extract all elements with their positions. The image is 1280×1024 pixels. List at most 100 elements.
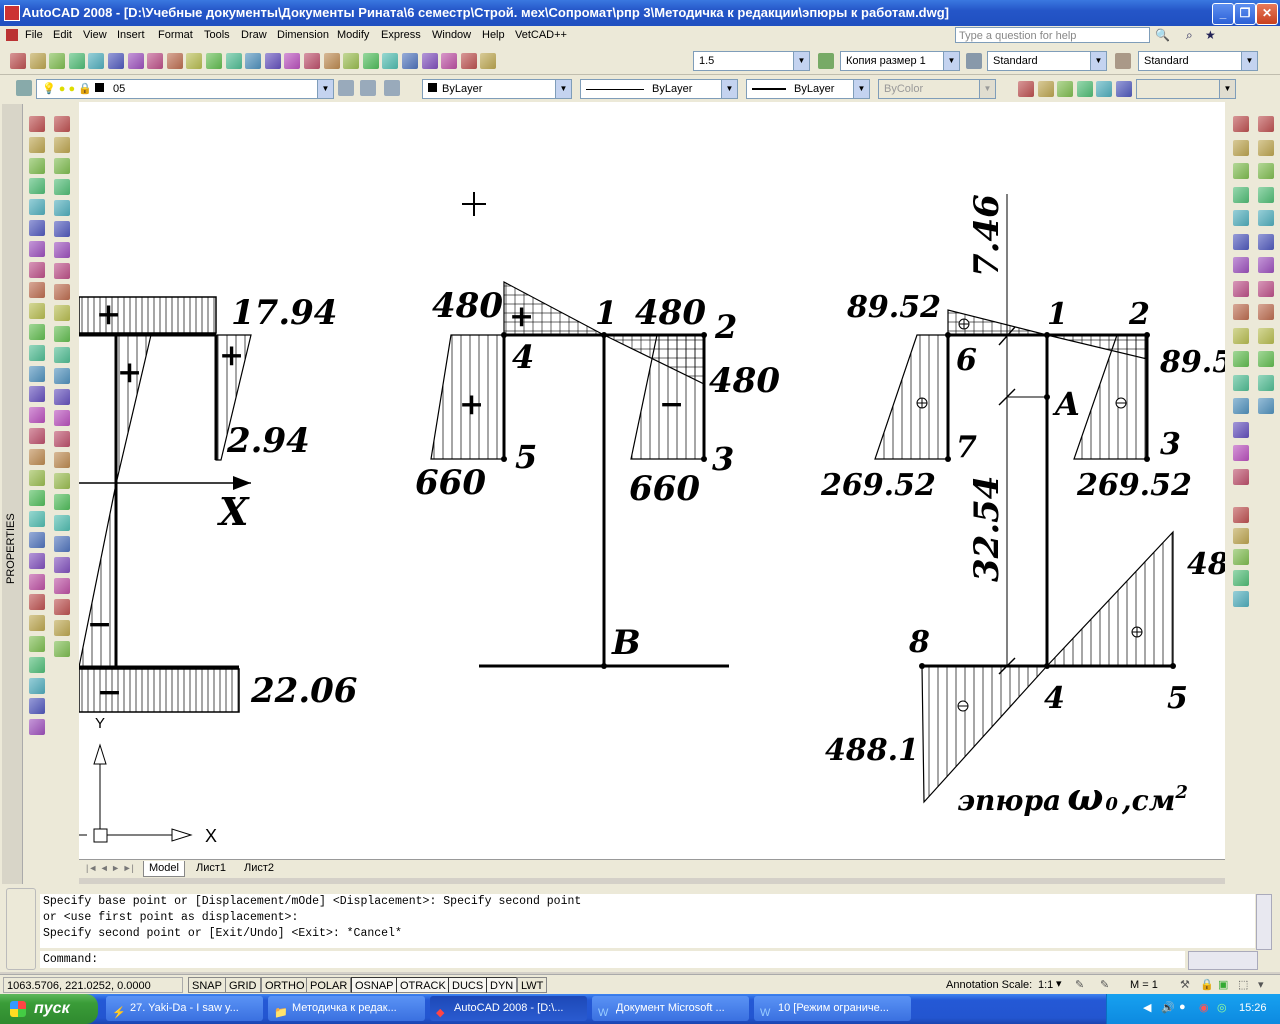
ucs-z-icon[interactable] xyxy=(1258,374,1274,391)
rotate-icon[interactable] xyxy=(1233,257,1249,273)
text-style-combo[interactable]: Standard ▼ xyxy=(987,51,1107,71)
align-text-icon[interactable] xyxy=(29,552,45,569)
array-icon[interactable] xyxy=(1233,210,1249,226)
status-menu-icon[interactable]: ▾ xyxy=(1258,978,1264,991)
chevron-down-icon[interactable]: ▼ xyxy=(721,80,737,98)
menu-tools[interactable]: Tools xyxy=(204,29,230,41)
ucs-y-icon[interactable] xyxy=(1258,351,1274,367)
lock-icon[interactable]: 🔒 xyxy=(78,83,92,95)
task-folder[interactable]: 📁 Методичка к редак... xyxy=(268,996,425,1021)
fillet-icon[interactable] xyxy=(1233,445,1249,461)
dim-update-icon[interactable] xyxy=(29,448,45,465)
menu-help[interactable]: Help xyxy=(482,29,505,41)
network-icon[interactable]: ◀ xyxy=(1143,1001,1151,1014)
snap-toggle[interactable]: SNAP xyxy=(188,977,226,993)
line-icon[interactable] xyxy=(54,116,70,132)
sheet-set-icon[interactable] xyxy=(421,53,438,69)
arc-icon[interactable] xyxy=(54,221,70,237)
block-editor-icon[interactable] xyxy=(225,53,242,69)
menu-file[interactable]: File xyxy=(25,29,43,41)
explode-icon[interactable] xyxy=(1233,468,1249,485)
redo-icon[interactable] xyxy=(264,53,281,69)
menu-edit[interactable]: Edit xyxy=(53,29,72,41)
leader-icon[interactable] xyxy=(29,511,45,528)
tolerance-icon[interactable] xyxy=(29,365,45,382)
ellipse-icon[interactable] xyxy=(54,305,70,321)
update-icon[interactable]: ◎ xyxy=(1217,1001,1227,1014)
move-icon[interactable] xyxy=(1233,233,1249,250)
justify-text-icon[interactable] xyxy=(29,698,45,715)
zoom-window-icon[interactable] xyxy=(323,53,340,69)
multiline-text-icon[interactable] xyxy=(29,532,45,548)
restore-button[interactable]: ❐ xyxy=(1234,3,1256,25)
close-button[interactable]: ✕ xyxy=(1256,3,1278,25)
linear-dim-icon[interactable] xyxy=(29,116,45,132)
polar-toggle[interactable]: POLAR xyxy=(306,977,352,993)
title-bar[interactable]: AutoCAD 2008 - [D:\Учебные документы\Док… xyxy=(0,0,1280,26)
qleader-icon[interactable] xyxy=(29,344,45,361)
menu-modify[interactable]: Modify xyxy=(337,29,369,41)
annotation-scale-value[interactable]: 1:1 xyxy=(1038,979,1053,991)
ucs-object-icon[interactable] xyxy=(1258,210,1274,226)
publish-icon[interactable] xyxy=(108,53,124,69)
dim-style-manager-icon[interactable] xyxy=(29,469,45,486)
tray-settings-icon[interactable]: ▣ xyxy=(1218,978,1228,991)
menu-window[interactable]: Window xyxy=(432,29,471,41)
chevron-down-icon[interactable]: ▼ xyxy=(1090,52,1106,70)
center-mark-icon[interactable] xyxy=(29,386,45,403)
make-current-layer-icon[interactable] xyxy=(338,80,354,96)
favorites-star-icon[interactable]: ★ xyxy=(1205,28,1219,42)
task-autocad[interactable]: ◆ AutoCAD 2008 - [D:\... xyxy=(430,996,587,1021)
text-style-icon[interactable] xyxy=(966,53,982,69)
layer-combo[interactable]: 💡 ● ● 🔒 05 ▼ xyxy=(36,79,334,99)
properties-palette-strip[interactable] xyxy=(2,104,23,884)
linetype-combo[interactable]: ByLayer ▼ xyxy=(580,79,738,99)
scale-icon[interactable] xyxy=(1233,280,1249,297)
layer-match-icon[interactable] xyxy=(1057,81,1073,97)
search-tray-icon[interactable]: ● xyxy=(1179,1001,1186,1013)
insert-block-icon[interactable] xyxy=(54,347,70,363)
ucs-face-icon[interactable] xyxy=(1258,186,1274,203)
boundary-icon[interactable] xyxy=(54,557,70,573)
stretch-icon[interactable] xyxy=(1233,304,1249,320)
convert-text-icon[interactable] xyxy=(29,719,45,736)
antivirus-icon[interactable]: ◉ xyxy=(1199,1001,1209,1014)
extend-icon[interactable] xyxy=(1233,351,1249,367)
continue-dim-icon[interactable] xyxy=(29,324,45,340)
plot-preview-icon[interactable] xyxy=(88,53,105,69)
block-attrib-icon[interactable] xyxy=(1233,549,1249,565)
ordinate-dim-icon[interactable] xyxy=(29,178,45,195)
point-icon[interactable] xyxy=(54,389,70,405)
text-style-icon[interactable] xyxy=(29,573,45,590)
document-icon[interactable] xyxy=(6,29,18,41)
text-icon-2[interactable] xyxy=(29,636,45,652)
auto-scale-icon[interactable]: ✎ xyxy=(1100,978,1109,991)
communication-center-icon[interactable]: ⌕ xyxy=(1186,28,1200,42)
dim-style-combo[interactable]: Копия размер 1 ▼ xyxy=(840,51,960,71)
cut-icon[interactable] xyxy=(147,53,164,69)
ucs-origin-icon[interactable] xyxy=(1258,257,1274,273)
pan-icon[interactable] xyxy=(284,53,301,69)
layer-freeze-icon[interactable] xyxy=(1076,81,1093,97)
properties-palette-title[interactable]: PROPERTIES xyxy=(2,508,22,588)
copy-object-icon[interactable] xyxy=(1233,139,1249,156)
lwt-toggle[interactable]: LWT xyxy=(517,977,548,993)
polyline-icon[interactable] xyxy=(54,158,70,174)
wrench-icon[interactable]: ⚒ xyxy=(1180,978,1190,991)
ortho-toggle[interactable]: ORTHO xyxy=(261,977,309,993)
menu-dimension[interactable]: Dimension xyxy=(277,29,329,41)
print-icon[interactable] xyxy=(68,53,85,69)
layer-lock-icon[interactable] xyxy=(1115,81,1132,97)
tab-scroll-buttons[interactable]: |◄ ◄ ► ►| xyxy=(81,861,139,876)
spline-icon[interactable] xyxy=(54,284,70,300)
text-icon[interactable] xyxy=(29,490,45,507)
offset-icon[interactable] xyxy=(1233,186,1249,203)
menu-draw[interactable]: Draw xyxy=(241,29,267,41)
separator-icon[interactable] xyxy=(54,515,70,531)
save-icon[interactable] xyxy=(49,53,66,69)
ucs-world-icon[interactable] xyxy=(1258,139,1274,156)
pan-mini-icon[interactable] xyxy=(1233,570,1249,586)
chevron-down-icon[interactable]: ▼ xyxy=(1219,80,1235,98)
circle-icon[interactable] xyxy=(54,242,70,258)
ucs-previous-icon[interactable] xyxy=(1258,163,1274,179)
